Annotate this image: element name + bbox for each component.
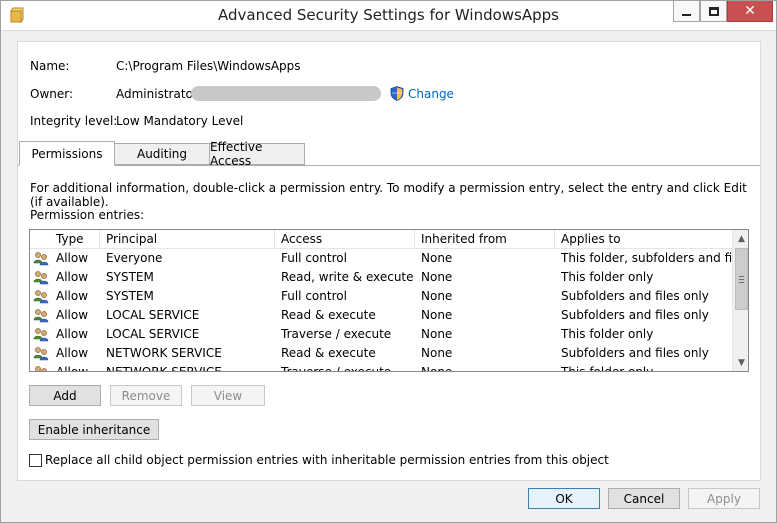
cell-applies-to: Subfolders and files only — [561, 308, 709, 322]
cell-type: Allow — [56, 365, 89, 372]
minimize-button[interactable] — [673, 1, 700, 22]
user-group-icon — [33, 347, 49, 361]
grip-line — [739, 276, 744, 277]
column-header-applies-to[interactable]: Applies to — [555, 230, 732, 249]
tab-auditing[interactable]: Auditing — [114, 143, 210, 165]
owner-value: Administrator — [116, 87, 198, 101]
integrity-value: Low Mandatory Level — [116, 114, 244, 128]
add-button[interactable]: Add — [29, 385, 101, 406]
cell-inherited-from: None — [421, 365, 453, 372]
grip-line — [739, 279, 744, 280]
cell-type: Allow — [56, 270, 89, 284]
cancel-button[interactable]: Cancel — [608, 488, 680, 509]
change-owner-link[interactable]: Change — [408, 87, 454, 101]
cell-type: Allow — [56, 308, 89, 322]
column-header-access[interactable]: Access — [275, 230, 415, 249]
table-row[interactable]: Allow SYSTEM Read, write & execute None This… — [30, 268, 732, 287]
name-value: C:\Program Files\WindowsApps — [116, 59, 301, 73]
maximize-icon — [708, 6, 719, 16]
cell-principal: NETWORK SERVICE — [106, 346, 222, 360]
minimize-icon — [682, 13, 691, 16]
cell-type: Allow — [56, 327, 89, 341]
cell-inherited-from: None — [421, 270, 453, 284]
cell-principal: SYSTEM — [106, 270, 154, 284]
tab-effective-access[interactable]: Effective Access — [209, 140, 305, 168]
enable-inheritance-button[interactable]: Enable inheritance — [29, 419, 159, 440]
scroll-thumb[interactable] — [735, 248, 748, 310]
user-group-icon — [33, 290, 49, 304]
cell-access: Full control — [281, 251, 347, 265]
cell-applies-to: Subfolders and files only — [561, 346, 709, 360]
maximize-button[interactable] — [700, 1, 727, 22]
cell-inherited-from: None — [421, 251, 453, 265]
cell-applies-to: This folder only — [561, 365, 654, 372]
view-button[interactable]: View — [191, 385, 265, 406]
owner-label: Owner: — [30, 87, 74, 101]
cell-access: Traverse / execute — [281, 327, 392, 341]
close-icon: ✕ — [744, 3, 756, 19]
integrity-label: Integrity level: — [30, 114, 118, 128]
user-group-icon — [35, 366, 47, 371]
uac-shield-icon — [390, 86, 404, 101]
cell-applies-to: This folder only — [561, 270, 654, 284]
cell-type: Allow — [56, 289, 89, 303]
cell-access: Read, write & execute — [281, 270, 414, 284]
window-title: Advanced Security Settings for WindowsAp… — [218, 6, 559, 24]
cell-principal: LOCAL SERVICE — [106, 327, 200, 341]
remove-button[interactable]: Remove — [110, 385, 182, 406]
cell-access: Full control — [281, 289, 347, 303]
column-header-principal[interactable]: Principal — [100, 230, 275, 249]
user-group-icon — [33, 309, 49, 323]
replace-child-permissions-label[interactable]: Replace all child object permission entr… — [45, 453, 609, 467]
cell-principal: NETWORK SERVICE — [106, 365, 222, 372]
cell-type: Allow — [56, 346, 89, 360]
vertical-scrollbar[interactable]: ▲ ▼ — [732, 230, 748, 371]
redacted-owner-text — [191, 86, 381, 101]
table-row[interactable]: Allow LOCAL SERVICE Read & execute None Subf… — [30, 306, 732, 325]
cell-access: Traverse / execute — [281, 365, 392, 372]
scroll-up-icon[interactable]: ▲ — [733, 230, 748, 247]
cell-access: Read & execute — [281, 308, 376, 322]
cell-applies-to: This folder only — [561, 327, 654, 341]
cell-inherited-from: None — [421, 308, 453, 322]
table-row[interactable]: Allow NETWORK SERVICE Read & execute None Su… — [30, 344, 732, 363]
content-area: Name: C:\Program Files\WindowsApps Owner… — [17, 41, 761, 481]
cell-type: Allow — [56, 251, 89, 265]
table-row[interactable]: Allow SYSTEM Full control None Subfolders an… — [30, 287, 732, 306]
scroll-down-icon[interactable]: ▼ — [733, 354, 748, 371]
apply-button[interactable]: Apply — [688, 488, 760, 509]
grip-line — [739, 282, 744, 283]
cell-inherited-from: None — [421, 289, 453, 303]
cell-principal: LOCAL SERVICE — [106, 308, 200, 322]
cell-access: Read & execute — [281, 346, 376, 360]
column-header-inherited-from[interactable]: Inherited from — [415, 230, 555, 249]
table-row[interactable]: Allow Everyone Full control None This folder… — [30, 249, 732, 268]
replace-child-permissions-checkbox[interactable] — [29, 454, 42, 467]
cell-principal: Everyone — [106, 251, 163, 265]
cell-inherited-from: None — [421, 327, 453, 341]
tab-permissions[interactable]: Permissions — [19, 141, 115, 166]
cell-applies-to: Subfolders and files only — [561, 289, 709, 303]
column-header-type[interactable]: Type — [50, 230, 100, 249]
user-group-icon — [33, 328, 49, 342]
advanced-security-window: Advanced Security Settings for WindowsAp… — [0, 0, 777, 523]
user-group-icon — [33, 252, 49, 266]
ok-button[interactable]: OK — [528, 488, 600, 509]
table-row[interactable]: Allow NETWORK SERVICE Traverse / execute No… — [30, 363, 732, 372]
help-text: For additional information, double-click… — [30, 181, 747, 209]
cell-principal: SYSTEM — [106, 289, 154, 303]
name-label: Name: — [30, 59, 70, 73]
permission-entries-list[interactable]: Type Principal Access Inherited from App… — [29, 229, 749, 372]
cell-applies-to: This folder, subfolders and files — [561, 251, 732, 265]
close-button[interactable]: ✕ — [727, 1, 773, 22]
list-header: Type Principal Access Inherited from App… — [30, 230, 732, 249]
user-group-icon — [33, 271, 49, 285]
permission-entries-label: Permission entries: — [30, 208, 145, 222]
table-row[interactable]: Allow LOCAL SERVICE Traverse / execute None… — [30, 325, 732, 344]
cell-inherited-from: None — [421, 346, 453, 360]
title-bar[interactable]: Advanced Security Settings for WindowsAp… — [1, 1, 776, 31]
